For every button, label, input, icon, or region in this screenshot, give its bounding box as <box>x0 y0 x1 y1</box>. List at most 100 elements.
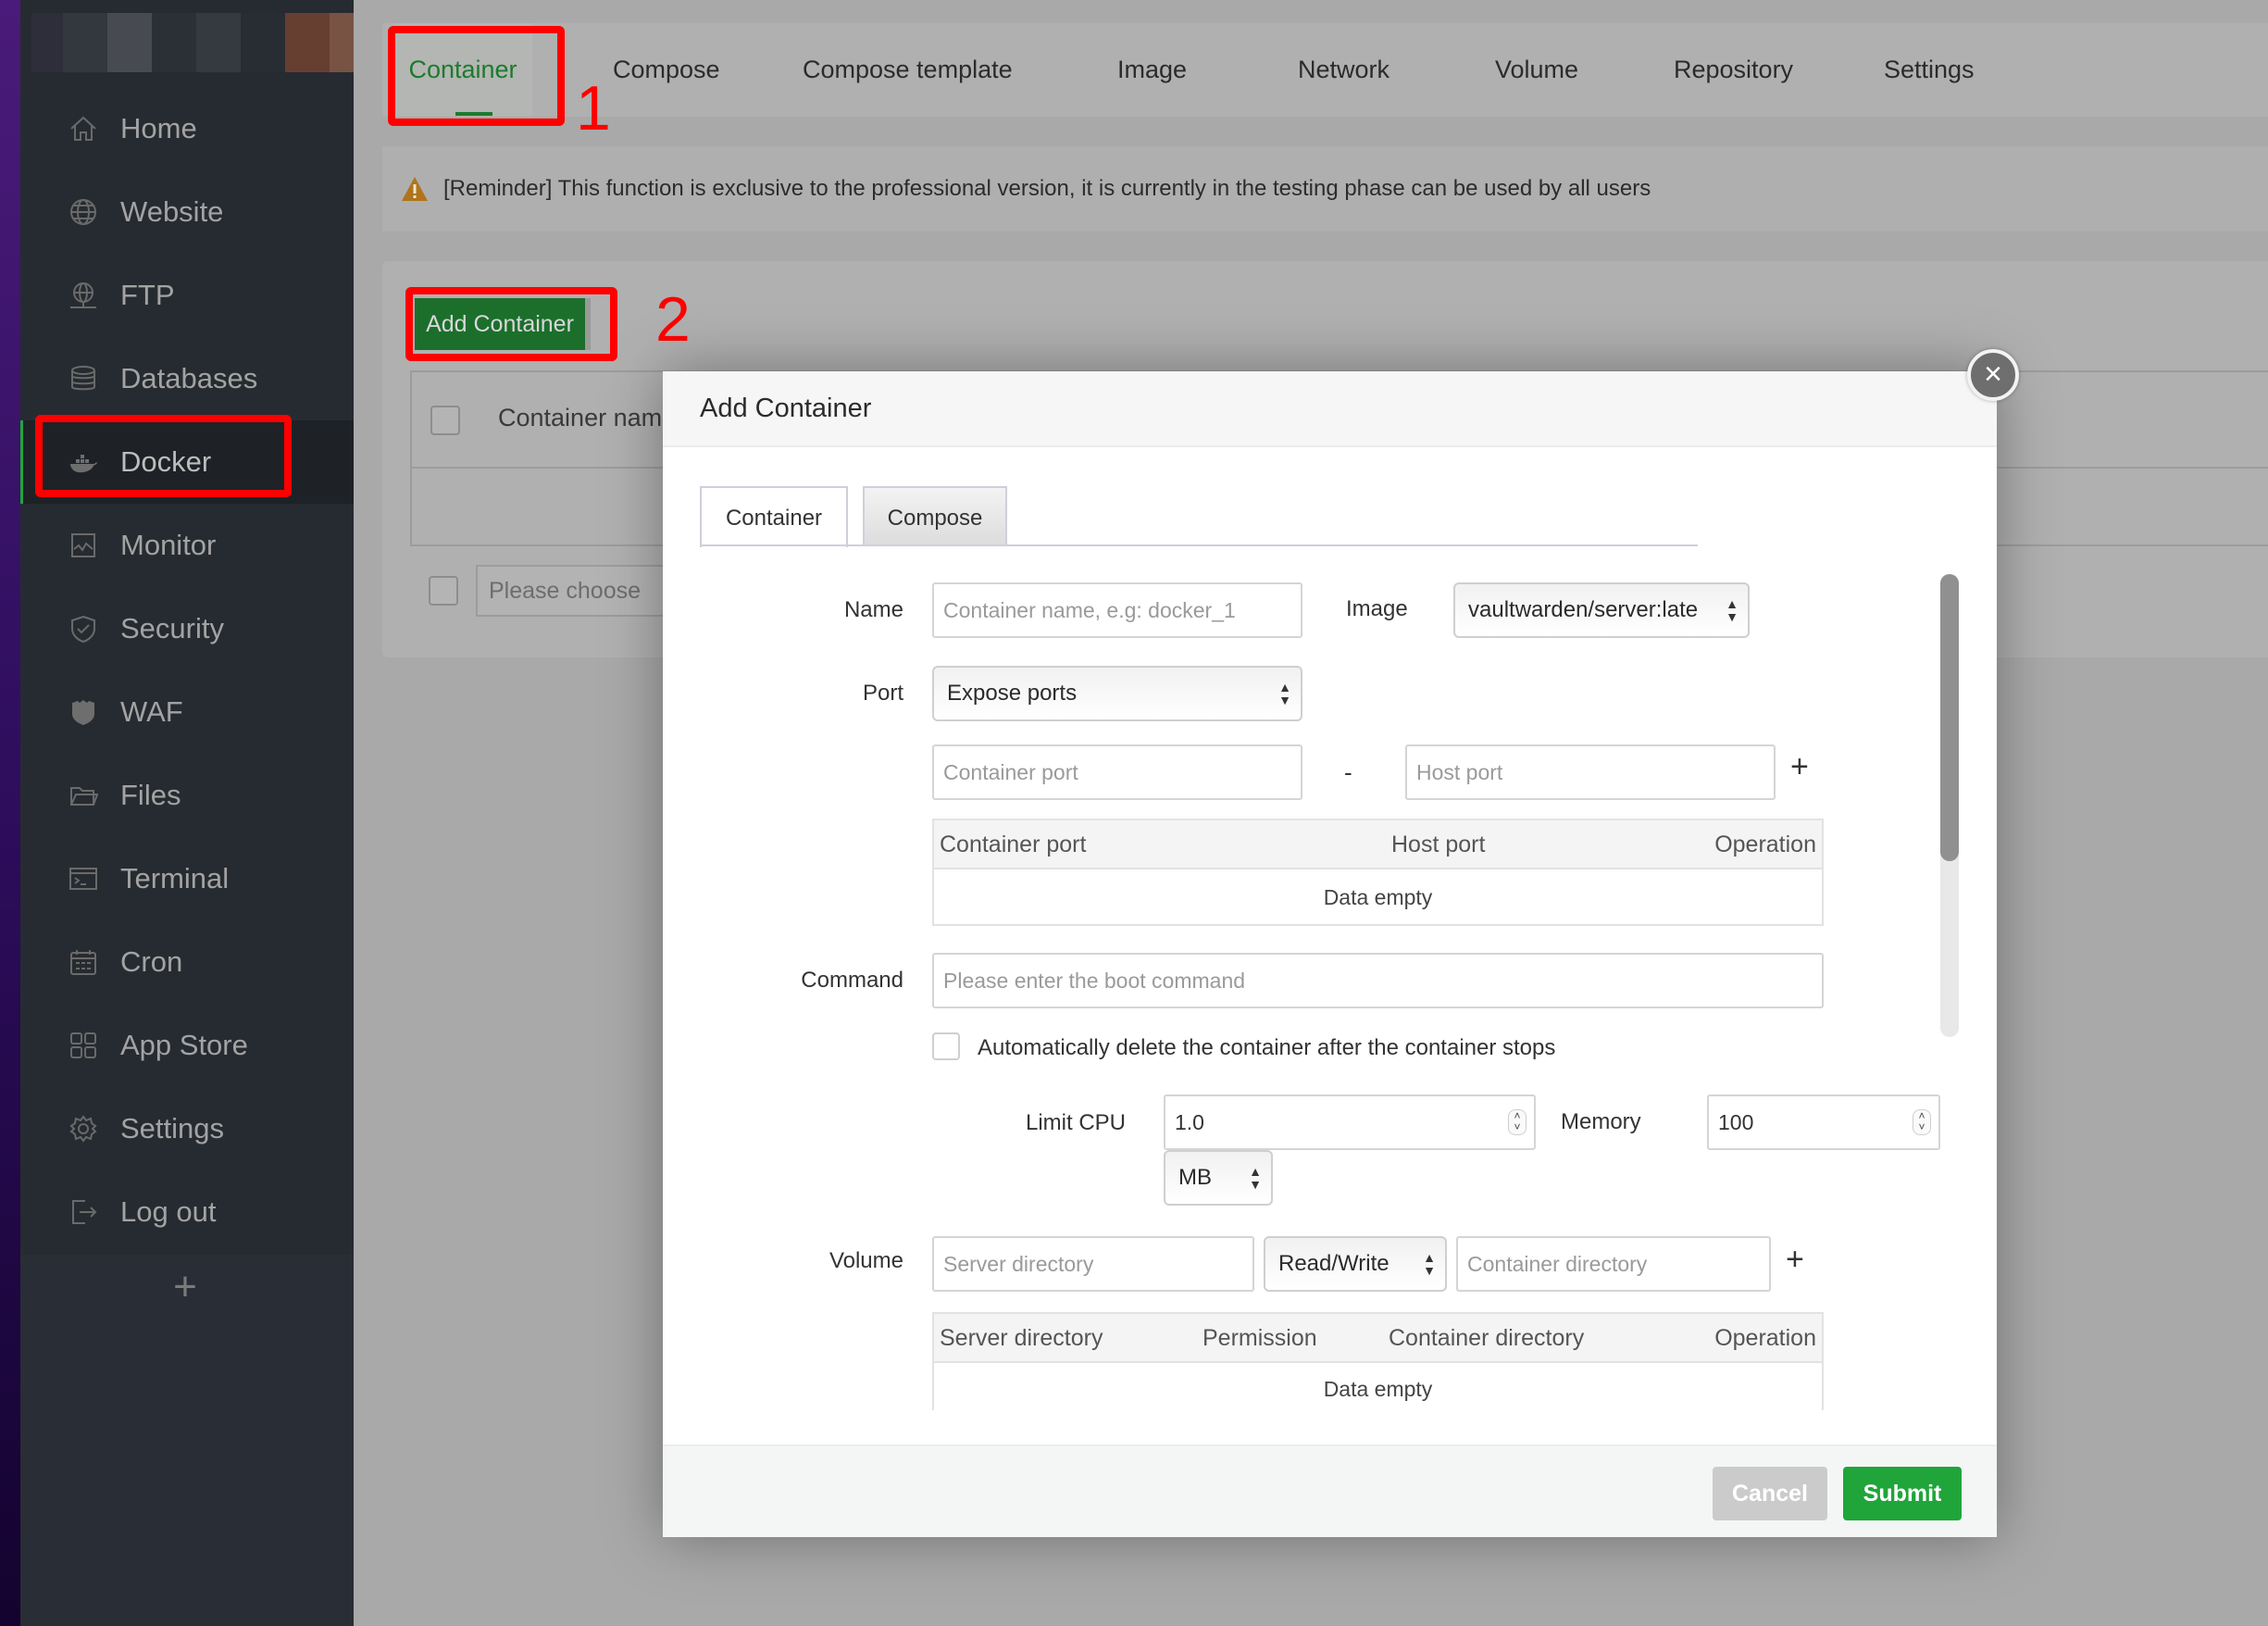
column-host-port: Host port <box>1391 832 1486 857</box>
port-table: Container port Host port Operation Data … <box>932 819 1824 926</box>
volume-label: Volume <box>829 1248 903 1273</box>
limit-cpu-input[interactable]: 1.0 ˄ ˅ <box>1164 1094 1536 1150</box>
select-arrows-icon: ▲ ▼ <box>1423 1250 1436 1278</box>
monitor-icon <box>69 531 98 560</box>
sidebar-footer <box>20 1255 354 1626</box>
tab-network[interactable]: Network <box>1298 23 1389 117</box>
name-label: Name <box>843 597 903 622</box>
sidebar-item-label: Settings <box>120 1112 225 1144</box>
image-select-value: vaultwarden/server:late <box>1468 597 1699 622</box>
sidebar-item-monitor[interactable]: Monitor <box>20 504 354 587</box>
server-directory-input[interactable] <box>932 1236 1254 1292</box>
select-arrows-icon: ▲ ▼ <box>1726 596 1738 624</box>
sidebar-item-settings[interactable]: Settings <box>20 1087 354 1170</box>
host-port-input[interactable] <box>1405 744 1776 800</box>
sidebar-item-label: FTP <box>120 279 175 311</box>
column-container-name: Container name <box>498 404 677 432</box>
sidebar-item-cron[interactable]: Cron <box>20 920 354 1004</box>
dialog-tab-compose[interactable]: Compose <box>863 486 1007 546</box>
sidebar-item-label: Home <box>120 112 197 144</box>
sidebar-item-logout[interactable]: Log out <box>20 1170 354 1254</box>
image-label: Image <box>1346 596 1408 621</box>
container-port-input[interactable] <box>932 744 1302 800</box>
sidebar-logo-pixelated <box>31 13 354 72</box>
sidebar-item-label: Security <box>120 612 224 644</box>
sidebar-item-website[interactable]: Website <box>20 170 354 254</box>
tab-repository[interactable]: Repository <box>1674 23 1793 117</box>
limit-cpu-value: 1.0 <box>1175 1110 1204 1134</box>
cancel-button[interactable]: Cancel <box>1713 1467 1827 1520</box>
annotation-box-2 <box>405 287 617 361</box>
column-container-directory: Container directory <box>1389 1325 1585 1351</box>
sidebar-item-ftp[interactable]: FTP <box>20 254 354 337</box>
annotation-number-2: 2 <box>655 284 691 355</box>
port-table-empty: Data empty <box>1323 885 1433 909</box>
number-spinner-icon[interactable]: ˄ ˅ <box>1508 1109 1527 1135</box>
dialog-header: Add Container <box>663 371 1997 447</box>
container-directory-input[interactable] <box>1456 1236 1771 1292</box>
sidebar-item-label: Cron <box>120 945 183 978</box>
sidebar-item-label: App Store <box>120 1029 248 1061</box>
add-volume-button[interactable]: + <box>1786 1242 1804 1278</box>
add-port-button[interactable]: + <box>1790 749 1809 785</box>
sidebar-item-files[interactable]: Files <box>20 754 354 837</box>
image-select[interactable]: vaultwarden/server:late ▲ ▼ <box>1453 582 1750 638</box>
volume-permission-select[interactable]: Read/Write ▲ ▼ <box>1264 1236 1447 1292</box>
port-mode-select[interactable]: Expose ports ▲ ▼ <box>932 666 1302 721</box>
add-shortcut-button[interactable]: + <box>168 1267 202 1307</box>
dialog-tab-container[interactable]: Container <box>700 486 848 547</box>
logout-icon <box>69 1197 98 1227</box>
tab-compose-template[interactable]: Compose template <box>803 23 1013 117</box>
memory-value: 100 <box>1718 1110 1754 1134</box>
sidebar-item-home[interactable]: Home <box>20 87 354 170</box>
close-dialog-button[interactable]: × <box>1967 349 2019 401</box>
sidebar-item-label: Log out <box>120 1195 217 1228</box>
memory-unit-select[interactable]: MB ▲ ▼ <box>1164 1150 1273 1206</box>
volume-permission-value: Read/Write <box>1278 1251 1389 1276</box>
volume-table-empty: Data empty <box>1323 1377 1433 1401</box>
column-operation: Operation <box>1714 1325 1816 1351</box>
column-permission: Permission <box>1203 1325 1317 1351</box>
sidebar-item-security[interactable]: Security <box>20 587 354 670</box>
dialog-title: Add Container <box>700 394 872 423</box>
sidebar-item-label: Files <box>120 779 181 811</box>
sidebar-item-app-store[interactable]: App Store <box>20 1004 354 1087</box>
memory-input[interactable]: 100 ˄ ˅ <box>1707 1094 1940 1150</box>
desktop-background <box>0 0 20 1626</box>
container-name-input[interactable] <box>932 582 1302 638</box>
port-label: Port <box>862 681 903 706</box>
tab-compose[interactable]: Compose <box>613 23 720 117</box>
pro-reminder-banner: [Reminder] This function is exclusive to… <box>382 146 2268 231</box>
port-table-header: Container port Host port Operation <box>934 820 1822 869</box>
select-arrows-icon: ▲ ▼ <box>1278 680 1291 707</box>
auto-delete-checkbox[interactable] <box>932 1032 960 1060</box>
column-server-directory: Server directory <box>940 1325 1103 1351</box>
grid-icon <box>69 1031 98 1060</box>
calendar-icon <box>69 947 98 977</box>
column-container-port: Container port <box>940 832 1087 857</box>
select-all-checkbox[interactable] <box>430 406 460 435</box>
command-label: Command <box>801 968 903 993</box>
warning-icon <box>402 177 428 201</box>
volume-table-header: Server directory Permission Container di… <box>934 1314 1822 1363</box>
port-separator: - <box>1344 758 1352 786</box>
database-icon <box>69 364 98 394</box>
dialog-scrollbar-thumb[interactable] <box>1940 574 1959 861</box>
command-input[interactable] <box>932 953 1824 1008</box>
batch-select-checkbox[interactable] <box>429 576 458 606</box>
submit-button[interactable]: Submit <box>1843 1467 1962 1520</box>
tab-image[interactable]: Image <box>1117 23 1187 117</box>
tab-volume[interactable]: Volume <box>1495 23 1578 117</box>
terminal-icon <box>69 864 98 894</box>
sidebar-item-label: Terminal <box>120 862 230 894</box>
globe-icon <box>69 197 98 227</box>
sidebar-item-databases[interactable]: Databases <box>20 337 354 420</box>
dialog-footer: Cancel Submit <box>663 1445 1997 1537</box>
folder-icon <box>69 781 98 810</box>
sidebar-item-label: Monitor <box>120 529 217 561</box>
sidebar-item-terminal[interactable]: Terminal <box>20 837 354 920</box>
sidebar-item-waf[interactable]: WAF <box>20 670 354 754</box>
number-spinner-icon[interactable]: ˄ ˅ <box>1913 1109 1931 1135</box>
tab-settings[interactable]: Settings <box>1884 23 1975 117</box>
sidebar-item-label: Website <box>120 195 224 228</box>
